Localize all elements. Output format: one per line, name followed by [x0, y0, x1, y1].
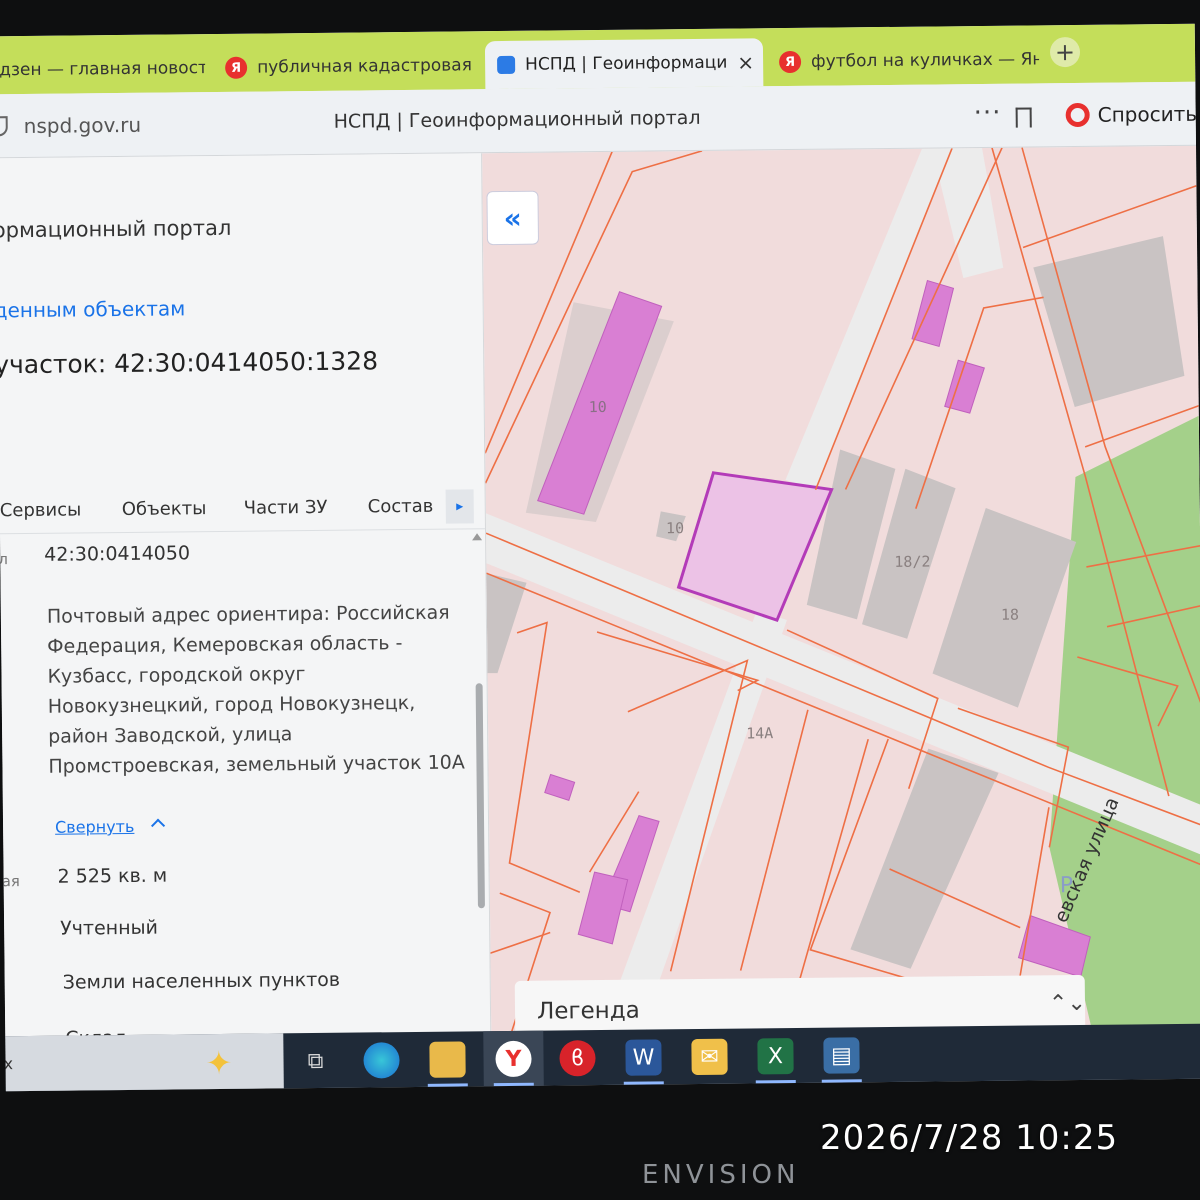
nspd-icon: [497, 55, 516, 75]
task-view-icon[interactable]: ⧉: [297, 1043, 333, 1079]
area-label: ая: [1, 872, 20, 891]
tab-nspd[interactable]: НСПД | Геоинформаци ×: [484, 38, 764, 90]
app-red-icon[interactable]: ϐ: [559, 1040, 596, 1077]
excel-icon[interactable]: X: [757, 1038, 794, 1075]
category-value: Земли населенных пунктов: [62, 968, 341, 994]
expand-collapse-icon[interactable]: ⌃⌄: [1049, 991, 1086, 1016]
quarter-value: 42:30:0414050: [44, 542, 191, 566]
legend-bar[interactable]: Легенда ⌃⌄: [514, 974, 1086, 1034]
back-to-objects-link[interactable]: денным объектам: [0, 296, 185, 322]
active-indicator: [755, 1079, 796, 1084]
alice-icon: [1065, 102, 1090, 128]
tab-close-icon[interactable]: ×: [737, 50, 754, 74]
active-indicator: [623, 1081, 664, 1085]
quarter-label: л: [0, 550, 8, 569]
portal-title: ормационный портал: [0, 215, 232, 243]
building-number: 18/2: [894, 552, 931, 571]
building-number: 10: [588, 397, 607, 417]
taskbar-search-area[interactable]: x ✦: [3, 1033, 284, 1092]
active-indicator: [821, 1079, 862, 1083]
collapse-link[interactable]: Свернуть: [55, 817, 134, 837]
tab-label: дзен — главная новостна: [0, 57, 206, 81]
yandex-icon: Я: [778, 50, 802, 74]
panel-scrollbar[interactable]: [472, 533, 487, 1033]
yandex-icon: Я: [225, 56, 248, 79]
ask-label: Спросить: [1097, 101, 1198, 127]
ask-alice-button[interactable]: Спросить: [1065, 96, 1197, 133]
edge-icon[interactable]: [363, 1042, 400, 1079]
building-number: 10: [665, 519, 685, 538]
yandex-browser-icon[interactable]: Y: [495, 1040, 532, 1078]
cadastral-map[interactable]: 10 10 18/2 18 14А P евская улица « Леген…: [482, 145, 1200, 1034]
scroll-up-icon[interactable]: [472, 533, 483, 541]
tab-dzen[interactable]: дзен — главная новостна: [0, 48, 205, 90]
postal-address: Почтовый адрес ориентира: Российская Фед…: [46, 601, 465, 778]
bookmark-icon[interactable]: [1015, 107, 1032, 128]
legend-label: Легенда: [536, 997, 640, 1025]
windows-taskbar: x ✦ ⧉ Y ϐ W ✉ X ▤: [3, 1023, 1200, 1092]
tab-composition[interactable]: Состав: [368, 496, 434, 518]
building-number: 18: [1000, 605, 1020, 624]
photo-timestamp: 2026/7/28 10:25: [820, 1118, 1119, 1158]
tab-label: футбол на куличках — Ян: [811, 49, 1040, 72]
area-value: 2 525 кв. м: [57, 864, 168, 888]
page-title: НСПД | Геоинформационный портал: [333, 106, 701, 133]
photo-stage: дзен — главная новостна Я публичная када…: [0, 0, 1200, 1200]
active-indicator: [427, 1083, 468, 1087]
scanner-icon[interactable]: ▤: [823, 1037, 860, 1074]
close-icon[interactable]: x: [3, 1054, 13, 1073]
map-canvas[interactable]: [482, 145, 1200, 1034]
monitor-screen: дзен — главная новостна Я публичная када…: [0, 23, 1200, 1092]
copilot-sparkle-icon[interactable]: ✦: [205, 1044, 232, 1082]
tab-parts[interactable]: Части ЗУ: [244, 497, 328, 519]
tab-label: НСПД | Геоинформаци: [525, 52, 728, 75]
panel-tabs: Сервисы Объекты Части ЗУ Состав ▸: [0, 489, 486, 535]
tab-cadastral[interactable]: Я публичная кадастровая к: [213, 45, 477, 88]
chevron-up-icon[interactable]: [151, 818, 166, 833]
parcel-title: участок: 42:30:0414050:1328: [0, 346, 379, 380]
tab-services[interactable]: Сервисы: [0, 499, 81, 521]
building-number: 14А: [746, 724, 774, 743]
tab-football[interactable]: Я футбол на куличках — Ян: [767, 39, 1039, 82]
tab-objects[interactable]: Объекты: [122, 498, 207, 520]
mail-icon[interactable]: ✉: [691, 1038, 728, 1076]
new-tab-button[interactable]: +: [1049, 36, 1081, 68]
shield-icon[interactable]: [0, 116, 8, 137]
monitor-brand-logo: ENVISION: [642, 1160, 800, 1190]
scroll-thumb[interactable]: [475, 683, 485, 909]
active-indicator: [493, 1082, 534, 1087]
url-field[interactable]: nspd.gov.ru: [24, 113, 142, 138]
more-menu-icon[interactable]: ···: [973, 98, 1001, 128]
status-value: Учтенный: [60, 916, 159, 940]
word-icon[interactable]: W: [625, 1039, 662, 1076]
tabs-scroll-right-icon[interactable]: ▸: [445, 489, 474, 524]
info-panel: ормационный портал денным объектам участ…: [0, 153, 492, 1039]
tab-label: публичная кадастровая к: [257, 55, 478, 78]
collapse-panel-button[interactable]: «: [486, 190, 540, 246]
file-explorer-icon[interactable]: [429, 1041, 466, 1078]
